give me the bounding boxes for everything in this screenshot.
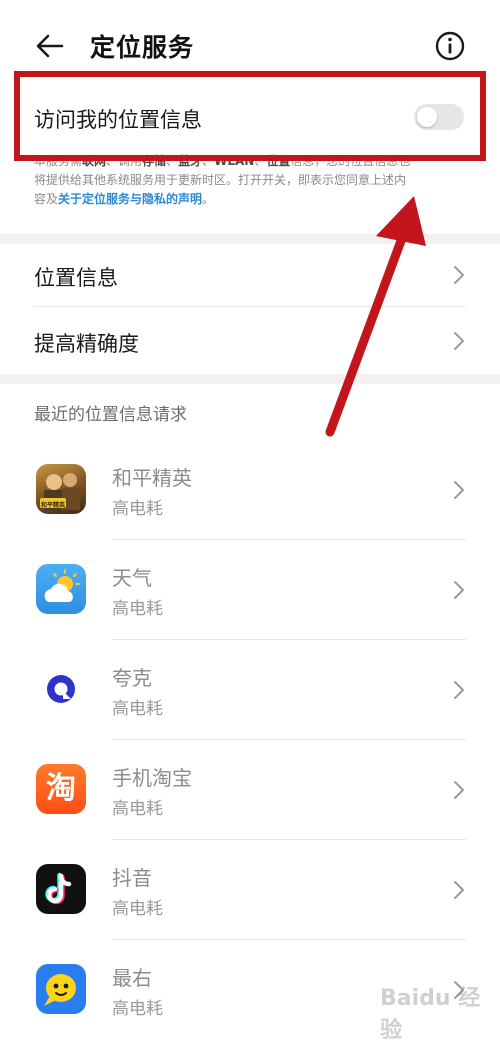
menu-item-label: 提高精确度 xyxy=(34,332,139,356)
baidu-watermark: Baidu 经验 xyxy=(380,986,481,1043)
app-row-douyin[interactable]: 抖音 高电耗 xyxy=(0,840,500,940)
app-name: 和平精英 xyxy=(112,466,192,490)
app-row-taobao[interactable]: 淘 手机淘宝 高电耗 xyxy=(0,740,500,840)
douyin-icon xyxy=(36,864,86,914)
desc-text: 将提供给其他系统服务用于更新时区。打开开关，即表示您同意上述内 xyxy=(34,173,407,187)
privacy-statement-link[interactable]: 关于定位服务与隐私的声明 xyxy=(58,192,202,206)
menu-item-label: 位置信息 xyxy=(34,266,118,290)
weather-icon xyxy=(36,564,86,614)
app-name: 天气 xyxy=(112,566,152,590)
taobao-icon: 淘 xyxy=(36,764,86,814)
desc-text: 容及 xyxy=(34,192,59,206)
menu-item-location-info[interactable]: 位置信息 xyxy=(0,242,500,308)
app-name: 手机淘宝 xyxy=(112,766,192,790)
desc-text: 。 xyxy=(202,192,215,206)
info-icon[interactable] xyxy=(434,30,466,62)
pubg-icon: 和平精英 xyxy=(36,464,86,514)
chevron-right-icon xyxy=(454,266,464,284)
chevron-right-icon xyxy=(454,481,464,499)
app-row-peace-elite[interactable]: 和平精英 和平精英 高电耗 xyxy=(0,440,500,540)
app-name: 最右 xyxy=(112,966,152,990)
app-row-weather[interactable]: 天气 高电耗 xyxy=(0,540,500,640)
pubg-badge-text: 和平精英 xyxy=(41,502,66,509)
chevron-right-icon xyxy=(454,781,464,799)
app-row-quark[interactable]: 夸克 高电耗 xyxy=(0,640,500,740)
app-usage: 高电耗 xyxy=(112,899,163,919)
app-usage: 高电耗 xyxy=(112,499,163,519)
app-usage: 高电耗 xyxy=(112,599,163,619)
page-title: 定位服务 xyxy=(90,33,195,62)
app-usage: 高电耗 xyxy=(112,799,163,819)
app-usage: 高电耗 xyxy=(112,999,163,1019)
chevron-right-icon xyxy=(454,581,464,599)
app-usage: 高电耗 xyxy=(112,699,163,719)
chevron-right-icon xyxy=(454,881,464,899)
taobao-glyph: 淘 xyxy=(46,771,76,806)
row-divider xyxy=(34,306,466,307)
recent-requests-title: 最近的位置信息请求 xyxy=(34,405,187,425)
section-divider xyxy=(0,374,500,384)
app-name: 抖音 xyxy=(112,866,152,890)
back-arrow-icon[interactable] xyxy=(34,30,66,62)
menu-item-improve-accuracy[interactable]: 提高精确度 xyxy=(0,308,500,374)
zuiyou-icon xyxy=(36,964,86,1014)
chevron-right-icon xyxy=(454,332,464,350)
app-name: 夸克 xyxy=(112,666,152,690)
quark-icon xyxy=(36,664,86,714)
chevron-right-icon xyxy=(454,681,464,699)
annotation-highlight-box xyxy=(14,71,486,161)
